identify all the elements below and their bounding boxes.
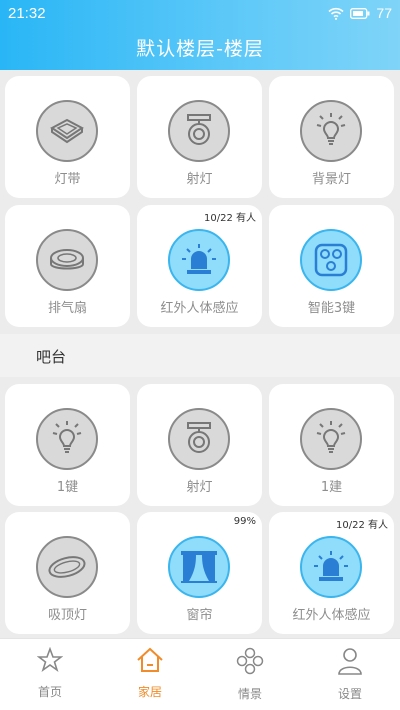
device-label: 红外人体感应 (292, 608, 371, 623)
device-card[interactable]: 灯带 (5, 76, 130, 198)
bottom-tab-bar: 首页 家居 情景 设置 (0, 638, 400, 710)
device-card[interactable]: 智能3键 (269, 205, 394, 327)
tab-label: 首页 (37, 685, 62, 699)
device-card[interactable]: 1建 (269, 384, 394, 506)
tab-scene[interactable]: 情景 (200, 639, 300, 710)
group-title: 吧台 (36, 348, 67, 366)
device-card[interactable]: 1键 (5, 384, 130, 506)
device-card[interactable]: 红外人体感应 10/22 有人 (137, 205, 262, 327)
battery-icon (350, 7, 370, 19)
device-label: 射灯 (186, 480, 213, 495)
device-label: 射灯 (186, 172, 213, 187)
tab-label: 情景 (237, 687, 262, 701)
tab-label: 设置 (337, 687, 362, 701)
device-label: 灯带 (54, 172, 81, 187)
bulb-icon (300, 408, 362, 470)
device-card[interactable]: 窗帘 99% (137, 512, 262, 634)
device-status-badge: 99% (233, 516, 256, 527)
spotlight-icon (168, 408, 230, 470)
device-status-badge: 10/22 有人 (336, 520, 388, 531)
app-header: 21:32 77 默认楼层-楼层 (0, 0, 400, 70)
curtain-icon (168, 536, 230, 598)
device-card[interactable]: 射灯 (137, 76, 262, 198)
ceiling-light-icon (36, 536, 98, 598)
device-label: 窗帘 (186, 608, 213, 623)
device-card[interactable]: 排气扇 (5, 205, 130, 327)
device-card[interactable]: 红外人体感应 10/22 有人 (269, 512, 394, 634)
status-icons: 77 (328, 5, 392, 21)
user-icon (337, 647, 363, 679)
bulb-icon (300, 100, 362, 162)
spotlight-icon (168, 100, 230, 162)
exhaust-fan-icon (36, 229, 98, 291)
device-card[interactable]: 背景灯 (269, 76, 394, 198)
device-label: 吸顶灯 (47, 608, 87, 623)
alarm-light-icon (300, 536, 362, 598)
tab-house[interactable]: 家居 (100, 639, 200, 710)
page-title: 默认楼层-楼层 (136, 38, 264, 60)
tab-user[interactable]: 设置 (300, 639, 400, 710)
three-key-switch-icon (300, 229, 362, 291)
device-card[interactable]: 吸顶灯 (5, 512, 130, 634)
star-icon (36, 646, 64, 677)
scene-icon (236, 647, 264, 679)
device-label: 排气扇 (47, 301, 87, 316)
alarm-light-icon (168, 229, 230, 291)
bulb-icon (36, 408, 98, 470)
status-time: 21:32 (8, 4, 46, 22)
device-label: 1建 (320, 480, 343, 495)
house-icon (136, 647, 164, 677)
device-card[interactable]: 射灯 (137, 384, 262, 506)
device-label: 智能3键 (307, 301, 356, 316)
battery-level: 77 (376, 5, 392, 21)
panel-light-icon (36, 100, 98, 162)
wifi-icon (328, 7, 344, 20)
device-label: 1键 (56, 480, 79, 495)
device-label: 背景灯 (311, 172, 351, 187)
device-status-badge: 10/22 有人 (204, 213, 256, 224)
tab-label: 家居 (137, 685, 162, 699)
device-label: 红外人体感应 (160, 301, 239, 316)
tab-star[interactable]: 首页 (0, 639, 100, 710)
status-bar: 21:32 77 (0, 0, 400, 26)
